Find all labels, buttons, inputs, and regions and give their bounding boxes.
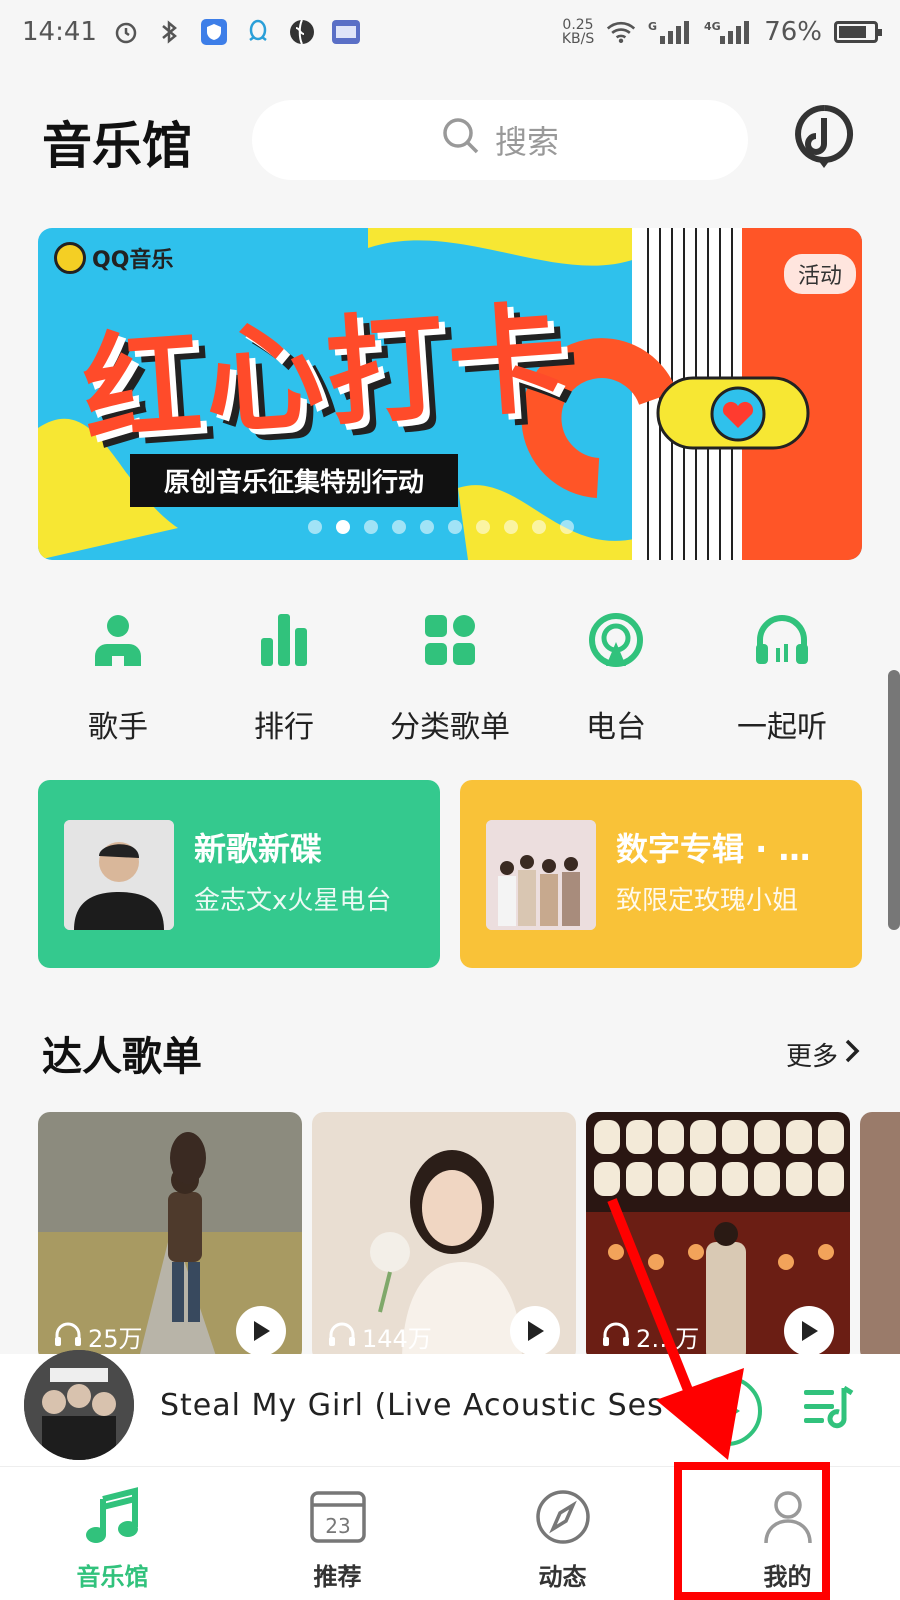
signal-4g-icon: 4G [704,17,752,47]
carousel-indicator [308,520,574,534]
alarm-icon [111,17,141,47]
tab-recommend[interactable]: 23 推荐 [225,1467,450,1600]
search-input[interactable]: 搜索 [252,100,748,180]
search-icon [441,116,481,164]
new-releases-card[interactable]: 新歌新碟 金志文x火星电台 [38,780,440,968]
carousel-dot[interactable] [504,520,518,534]
radio-icon [586,610,646,670]
singer-icon [88,610,148,670]
shield-app-icon [199,17,229,47]
page-title: 音乐馆 [42,116,192,175]
category-radio[interactable]: 电台 [536,610,696,750]
qq-music-logo-icon [54,242,86,274]
new-releases-subtitle: 金志文x火星电台 [194,886,392,916]
category-singer[interactable]: 歌手 [38,610,198,750]
search-placeholder: 搜索 [494,123,559,161]
calendar-date: 23 [325,1514,350,1538]
header: 音乐馆 搜索 [0,96,900,180]
play-icon [528,1321,544,1341]
signal-g-icon: G [648,17,692,47]
scrollbar[interactable] [888,670,900,930]
digital-album-card[interactable]: 数字专辑 · … 致限定玫瑰小姐 [460,780,862,968]
playlist-card[interactable]: 2…万 [586,1112,850,1362]
tab-dynamics[interactable]: 动态 [450,1467,675,1600]
music-recognition-icon[interactable] [792,104,856,172]
promo-banner[interactable]: QQ音乐 红心打卡 原创音乐征集特别行动 活动 [38,228,862,560]
play-icon [254,1321,270,1341]
section-title: 达人歌单 [42,1033,202,1080]
status-time: 14:41 [22,17,97,47]
new-releases-title: 新歌新碟 [194,830,323,868]
tab-music-hall[interactable]: 音乐馆 [0,1467,225,1600]
play-count: 25万 [54,1319,143,1354]
digital-album-thumbnail [486,820,596,930]
carousel-dot[interactable] [532,520,546,534]
playlist-queue-icon[interactable] [800,1380,856,1436]
carousel-dot[interactable] [392,520,406,534]
now-playing-title: Steal My Girl (Live Acoustic Ses [160,1388,664,1423]
now-playing-cover[interactable] [24,1350,134,1460]
qq-icon [243,17,273,47]
play-button[interactable] [236,1306,286,1356]
compass-icon [533,1487,593,1547]
banner-logo: QQ音乐 [54,242,173,274]
banner-tag: 活动 [783,254,856,294]
signal-g-label: G [648,20,657,33]
playlist-card[interactable] [860,1112,900,1362]
calendar-icon: 23 [308,1487,368,1547]
digital-album-title: 数字专辑 · … [616,830,811,868]
carousel-dot[interactable] [336,520,350,534]
wifi-icon [606,17,636,47]
play-icon [802,1321,818,1341]
play-count: 2…万 [602,1319,699,1354]
play-button[interactable] [784,1306,834,1356]
ranking-icon [254,610,314,670]
battery-icon [834,21,882,43]
playlist-card[interactable]: 144万 [312,1112,576,1362]
carousel-dot[interactable] [476,520,490,534]
carousel-dot[interactable] [420,520,434,534]
mini-player-play-button[interactable] [692,1376,762,1446]
mail-app-icon [331,17,361,47]
status-bar: 14:41 0.25 KB/S G 4G 76% [0,0,900,64]
headphones-icon [752,610,812,670]
play-button[interactable] [510,1306,560,1356]
banner-subtitle: 原创音乐征集特别行动 [130,454,459,507]
signal-4g-label: 4G [704,20,721,33]
banner-title: 红心打卡 [78,288,575,460]
carousel-dot[interactable] [308,520,322,534]
category-ranking[interactable]: 排行 [204,610,364,750]
more-link[interactable]: 更多 [786,1036,860,1073]
carousel-dot[interactable] [364,520,378,534]
new-releases-thumbnail [64,820,174,930]
play-count: 144万 [328,1319,432,1354]
headphones-small-icon [54,1321,82,1353]
battery-percent: 76% [764,17,822,47]
playlist-row: 25万 144万 2…万 [38,1112,900,1362]
carousel-dot[interactable] [560,520,574,534]
annotation-highlight-box [674,1462,830,1600]
category-listen-together[interactable]: 一起听 [702,610,862,750]
chevron-right-icon [844,1038,860,1071]
category-playlist-types[interactable]: 分类歌单 [370,610,530,750]
globe-app-icon [287,17,317,47]
category-grid-icon [420,610,480,670]
network-speed: 0.25 KB/S [561,17,595,47]
play-icon [720,1398,740,1424]
category-nav: 歌手 排行 分类歌单 电台 一起听 [38,610,862,750]
playlist-card[interactable]: 25万 [38,1112,302,1362]
headphones-small-icon [328,1321,356,1353]
bluetooth-icon [155,17,185,47]
headphones-small-icon [602,1321,630,1353]
music-note-icon [83,1487,143,1547]
carousel-dot[interactable] [448,520,462,534]
mini-player[interactable]: Steal My Girl (Live Acoustic Ses [0,1350,900,1466]
digital-album-subtitle: 致限定玫瑰小姐 [616,886,799,916]
